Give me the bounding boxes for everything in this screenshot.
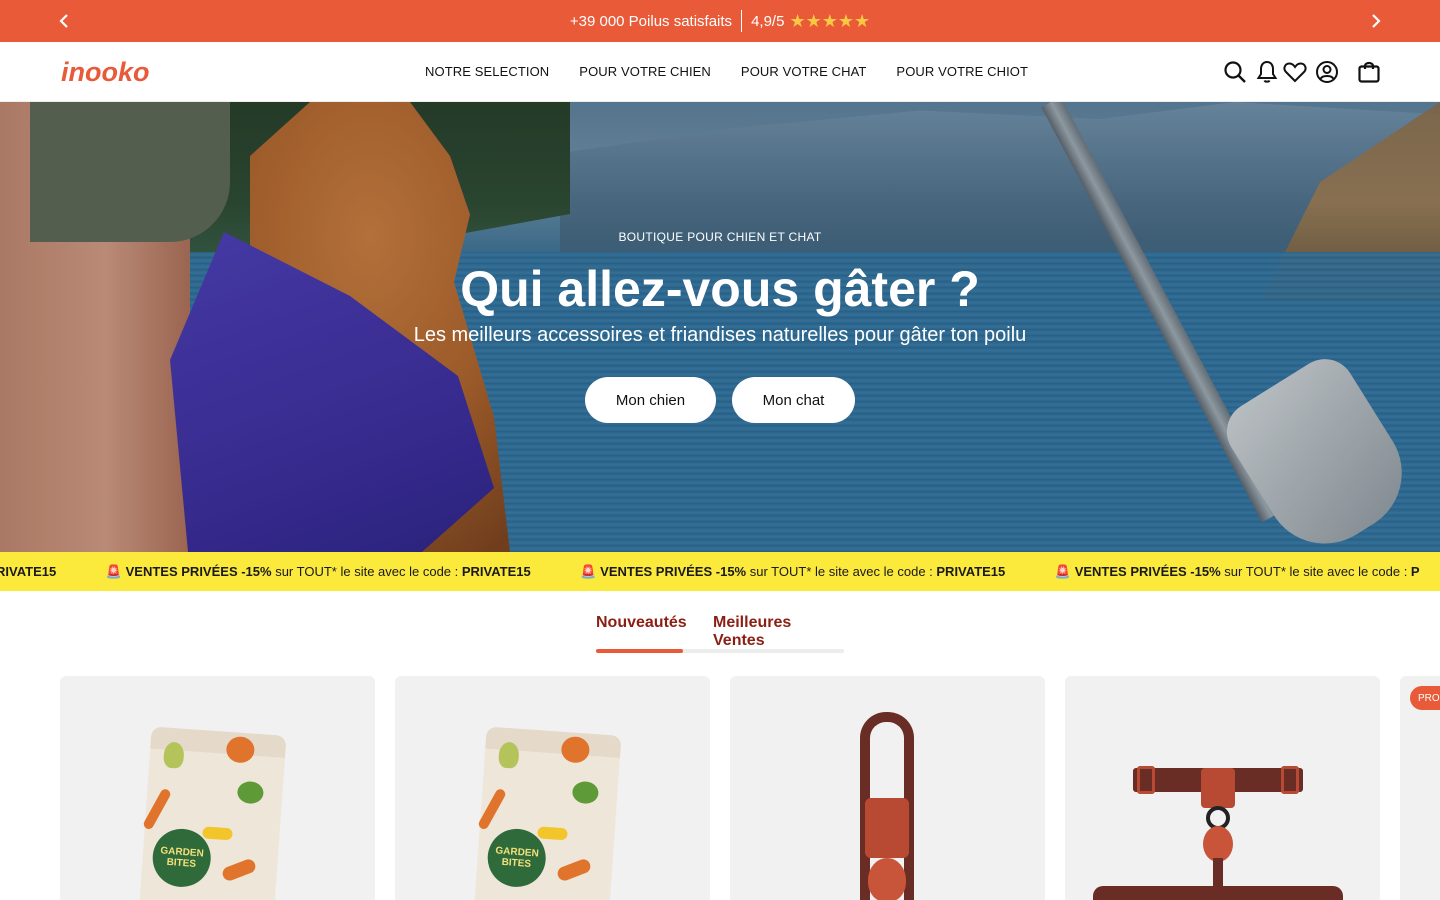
- siren-icon: 🚨: [105, 564, 123, 579]
- promo-text: sur TOUT* le site avec le code :: [271, 564, 462, 579]
- search-button[interactable]: [1222, 59, 1248, 85]
- tab-nouveautes[interactable]: Nouveautés: [596, 614, 687, 632]
- harness-slider: [1137, 766, 1155, 794]
- carrot-illustration: [142, 787, 173, 831]
- announcement-divider: [741, 10, 743, 32]
- banana-illustration: [537, 826, 568, 841]
- announcement-bar: +39 000 Poilus satisfaits 4,9/5 ★★★★★: [0, 0, 1440, 42]
- logo-text: inooko: [61, 57, 150, 87]
- sweet-potato-illustration: [555, 857, 593, 883]
- promo-code: PRIVATE15: [936, 564, 1006, 579]
- bell-icon: [1256, 60, 1278, 83]
- cart-button[interactable]: [1356, 59, 1382, 85]
- product-card[interactable]: GARDEN BITES: [395, 676, 710, 900]
- tab-indicator-track: [596, 649, 844, 653]
- product-card[interactable]: [1065, 676, 1380, 900]
- nav-pour-votre-chien[interactable]: POUR VOTRE CHIEN: [579, 64, 711, 79]
- promo-item: 🚨 VENTES PRIVÉES -15% sur TOUT* le site …: [580, 564, 1005, 580]
- hero-subtitle: Les meilleurs accessoires et friandises …: [413, 324, 1027, 346]
- mon-chien-button[interactable]: Mon chien: [585, 377, 716, 423]
- wishlist-button[interactable]: [1282, 59, 1308, 85]
- notifications-button[interactable]: [1254, 59, 1280, 85]
- tab-meilleures-ventes[interactable]: Meilleures Ventes: [713, 614, 844, 650]
- satisfied-text: +39 000 Poilus satisfaits: [569, 12, 733, 30]
- promo-headline: VENTES PRIVÉES -15%: [1074, 564, 1221, 579]
- promo-track: RIVATE15 🚨 VENTES PRIVÉES -15% sur TOUT*…: [0, 564, 1440, 580]
- broccoli-illustration: [571, 780, 600, 805]
- siren-icon: 🚨: [1054, 564, 1072, 579]
- hero-title: Qui allez-vous gâter ?: [460, 261, 980, 317]
- broccoli-illustration: [236, 780, 265, 805]
- siren-icon: 🚨: [580, 564, 597, 579]
- chevron-right-icon: [1372, 14, 1381, 28]
- pear-illustration: [497, 741, 520, 769]
- heart-icon: [1283, 62, 1307, 83]
- product-card[interactable]: PROM: [1400, 676, 1440, 900]
- promo-item: 🚨 VENTES PRIVÉES -15% sur TOUT* le site …: [1055, 564, 1420, 580]
- carrot-illustration: [477, 787, 508, 831]
- harness-belly-band: [1093, 886, 1343, 900]
- search-icon: [1224, 61, 1246, 83]
- banana-illustration: [202, 826, 233, 841]
- hero-kicker: BOUTIQUE POUR CHIEN ET CHAT: [618, 230, 822, 244]
- nav-notre-selection[interactable]: NOTRE SELECTION: [425, 64, 549, 79]
- cart-icon: [1358, 61, 1380, 83]
- product-image-food-bag: GARDEN BITES: [138, 726, 287, 900]
- account-button[interactable]: [1314, 59, 1340, 85]
- harness-chest-strap: [1213, 858, 1223, 888]
- harness-tag: [1203, 826, 1233, 862]
- product-image-food-bag: GARDEN BITES: [473, 726, 622, 900]
- product-card[interactable]: [730, 676, 1045, 900]
- bag-label-text: GARDEN BITES: [495, 845, 540, 870]
- product-image-collar: [852, 712, 922, 900]
- site-header: inooko NOTRE SELECTION POUR VOTRE CHIEN …: [0, 42, 1440, 102]
- rating-stars: ★★★★★: [789, 10, 871, 31]
- promo-code: RIVATE15: [0, 564, 57, 579]
- product-card[interactable]: GARDEN BITES: [60, 676, 375, 900]
- promo-badge: PROM: [1410, 686, 1440, 710]
- chevron-left-icon: [59, 14, 68, 28]
- collar-buckle: [865, 798, 909, 858]
- promo-marquee: RIVATE15 🚨 VENTES PRIVÉES -15% sur TOUT*…: [0, 552, 1440, 591]
- announcement-next-button[interactable]: [1366, 11, 1386, 31]
- announcement-message: +39 000 Poilus satisfaits 4,9/5 ★★★★★: [570, 10, 870, 32]
- brand-logo[interactable]: inooko: [61, 54, 151, 90]
- main-nav: NOTRE SELECTION POUR VOTRE CHIEN POUR VO…: [425, 64, 1028, 79]
- bag-label-text: GARDEN BITES: [160, 845, 205, 870]
- promo-item: 🚨 VENTES PRIVÉES -15% sur TOUT* le site …: [106, 564, 531, 580]
- promo-code: P: [1410, 564, 1420, 579]
- tab-indicator-active: [596, 649, 683, 653]
- harness-slider: [1281, 766, 1299, 794]
- product-image-harness: [1093, 766, 1343, 900]
- promo-text: sur TOUT* le site avec le code :: [1220, 564, 1411, 579]
- harness-center-plate: [1201, 768, 1235, 808]
- nav-pour-votre-chiot[interactable]: POUR VOTRE CHIOT: [896, 64, 1028, 79]
- promo-item: RIVATE15: [0, 564, 56, 579]
- mon-chat-button[interactable]: Mon chat: [732, 377, 855, 423]
- product-tabs: Nouveautés Meilleures Ventes: [596, 614, 844, 654]
- announcement-prev-button[interactable]: [54, 11, 74, 31]
- collar-tag: [868, 858, 906, 900]
- promo-code: PRIVATE15: [461, 564, 531, 579]
- rating-text: 4,9/5: [751, 12, 785, 30]
- promo-text: sur TOUT* le site avec le code :: [746, 564, 937, 579]
- promo-headline: VENTES PRIVÉES -15%: [600, 564, 747, 579]
- hero-banner: BOUTIQUE POUR CHIEN ET CHAT Qui allez-vo…: [0, 102, 1440, 552]
- sweet-potato-illustration: [220, 857, 258, 883]
- pear-illustration: [162, 741, 185, 769]
- promo-headline: VENTES PRIVÉES -15%: [125, 564, 272, 579]
- account-icon: [1316, 61, 1338, 83]
- nav-pour-votre-chat[interactable]: POUR VOTRE CHAT: [741, 64, 867, 79]
